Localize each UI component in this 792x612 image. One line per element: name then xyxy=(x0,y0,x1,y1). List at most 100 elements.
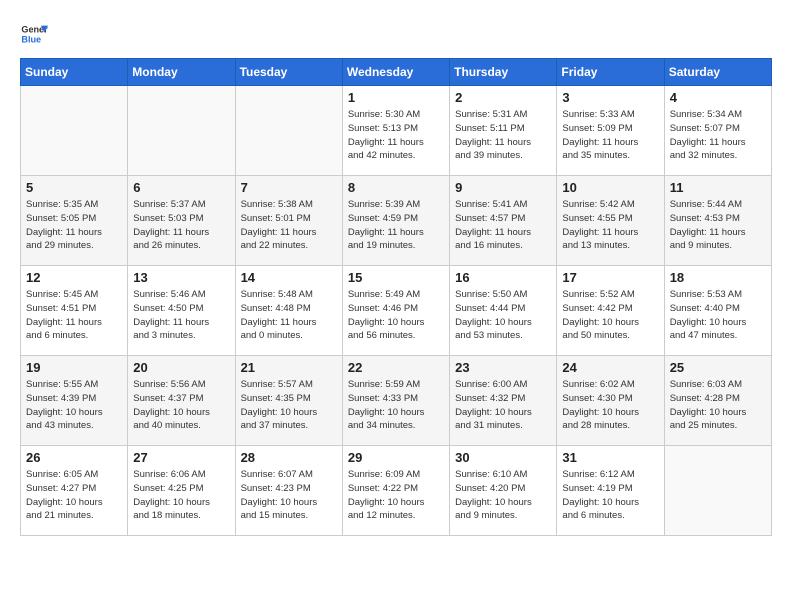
calendar-cell: 2 Sunrise: 5:31 AM Sunset: 5:11 PM Daylig… xyxy=(450,86,557,176)
calendar-cell: 7Sunrise: 5:38 AM Sunset: 5:01 PM Daylig… xyxy=(235,176,342,266)
day-detail: Sunrise: 5:39 AM Sunset: 4:59 PM Dayligh… xyxy=(348,198,444,253)
day-detail: Sunrise: 5:35 AM Sunset: 5:05 PM Dayligh… xyxy=(26,198,122,253)
calendar-cell: 26 Sunrise: 6:05 AM Sunset: 4:27 PM Dayli… xyxy=(21,446,128,536)
day-number: 6 xyxy=(133,180,229,195)
calendar-cell: 6Sunrise: 5:37 AM Sunset: 5:03 PM Daylig… xyxy=(128,176,235,266)
calendar-week-row: 19 Sunrise: 5:55 AM Sunset: 4:39 PM Dayli… xyxy=(21,356,772,446)
day-detail: Sunrise: 5:59 AM Sunset: 4:33 PM Dayligh… xyxy=(348,378,444,433)
day-detail: Sunrise: 5:31 AM Sunset: 5:11 PM Dayligh… xyxy=(455,108,551,163)
day-detail: Sunrise: 6:12 AM Sunset: 4:19 PM Dayligh… xyxy=(562,468,658,523)
calendar-cell: 18 Sunrise: 5:53 AM Sunset: 4:40 PM Dayli… xyxy=(664,266,771,356)
calendar-cell: 5 Sunrise: 5:35 AM Sunset: 5:05 PM Daylig… xyxy=(21,176,128,266)
day-detail: Sunrise: 5:44 AM Sunset: 4:53 PM Dayligh… xyxy=(670,198,766,253)
day-number: 2 xyxy=(455,90,551,105)
calendar-cell: 12 Sunrise: 5:45 AM Sunset: 4:51 PM Dayli… xyxy=(21,266,128,356)
weekday-header: Friday xyxy=(557,59,664,86)
day-detail: Sunrise: 5:45 AM Sunset: 4:51 PM Dayligh… xyxy=(26,288,122,343)
day-number: 5 xyxy=(26,180,122,195)
day-detail: Sunrise: 5:48 AM Sunset: 4:48 PM Dayligh… xyxy=(241,288,337,343)
day-number: 8 xyxy=(348,180,444,195)
calendar-week-row: 26 Sunrise: 6:05 AM Sunset: 4:27 PM Dayli… xyxy=(21,446,772,536)
day-number: 7 xyxy=(241,180,337,195)
day-number: 31 xyxy=(562,450,658,465)
calendar-cell: 16 Sunrise: 5:50 AM Sunset: 4:44 PM Dayli… xyxy=(450,266,557,356)
day-detail: Sunrise: 6:10 AM Sunset: 4:20 PM Dayligh… xyxy=(455,468,551,523)
calendar-cell: 4 Sunrise: 5:34 AM Sunset: 5:07 PM Daylig… xyxy=(664,86,771,176)
calendar-cell xyxy=(235,86,342,176)
calendar-cell: 21 Sunrise: 5:57 AM Sunset: 4:35 PM Dayli… xyxy=(235,356,342,446)
day-number: 29 xyxy=(348,450,444,465)
day-detail: Sunrise: 6:00 AM Sunset: 4:32 PM Dayligh… xyxy=(455,378,551,433)
calendar-cell: 13Sunrise: 5:46 AM Sunset: 4:50 PM Dayli… xyxy=(128,266,235,356)
calendar-week-row: 12 Sunrise: 5:45 AM Sunset: 4:51 PM Dayli… xyxy=(21,266,772,356)
day-number: 27 xyxy=(133,450,229,465)
day-number: 16 xyxy=(455,270,551,285)
calendar-cell: 27 Sunrise: 6:06 AM Sunset: 4:25 PM Dayli… xyxy=(128,446,235,536)
day-number: 1 xyxy=(348,90,444,105)
calendar-cell: 9 Sunrise: 5:41 AM Sunset: 4:57 PM Daylig… xyxy=(450,176,557,266)
logo: General Blue xyxy=(20,20,52,48)
day-detail: Sunrise: 5:33 AM Sunset: 5:09 PM Dayligh… xyxy=(562,108,658,163)
day-number: 9 xyxy=(455,180,551,195)
day-detail: Sunrise: 5:52 AM Sunset: 4:42 PM Dayligh… xyxy=(562,288,658,343)
calendar-cell: 11 Sunrise: 5:44 AM Sunset: 4:53 PM Dayli… xyxy=(664,176,771,266)
calendar-cell: 19 Sunrise: 5:55 AM Sunset: 4:39 PM Dayli… xyxy=(21,356,128,446)
weekday-header: Sunday xyxy=(21,59,128,86)
day-detail: Sunrise: 6:09 AM Sunset: 4:22 PM Dayligh… xyxy=(348,468,444,523)
day-detail: Sunrise: 5:42 AM Sunset: 4:55 PM Dayligh… xyxy=(562,198,658,253)
weekday-header: Monday xyxy=(128,59,235,86)
day-number: 21 xyxy=(241,360,337,375)
logo-icon: General Blue xyxy=(20,20,48,48)
day-number: 3 xyxy=(562,90,658,105)
calendar-cell: 25 Sunrise: 6:03 AM Sunset: 4:28 PM Dayli… xyxy=(664,356,771,446)
day-number: 19 xyxy=(26,360,122,375)
day-detail: Sunrise: 5:57 AM Sunset: 4:35 PM Dayligh… xyxy=(241,378,337,433)
day-detail: Sunrise: 5:30 AM Sunset: 5:13 PM Dayligh… xyxy=(348,108,444,163)
calendar-cell: 1 Sunrise: 5:30 AM Sunset: 5:13 PM Daylig… xyxy=(342,86,449,176)
day-detail: Sunrise: 5:34 AM Sunset: 5:07 PM Dayligh… xyxy=(670,108,766,163)
calendar-cell: 22 Sunrise: 5:59 AM Sunset: 4:33 PM Dayli… xyxy=(342,356,449,446)
weekday-header: Saturday xyxy=(664,59,771,86)
day-number: 28 xyxy=(241,450,337,465)
day-detail: Sunrise: 6:05 AM Sunset: 4:27 PM Dayligh… xyxy=(26,468,122,523)
calendar-cell: 14 Sunrise: 5:48 AM Sunset: 4:48 PM Dayli… xyxy=(235,266,342,356)
day-detail: Sunrise: 6:07 AM Sunset: 4:23 PM Dayligh… xyxy=(241,468,337,523)
day-detail: Sunrise: 5:41 AM Sunset: 4:57 PM Dayligh… xyxy=(455,198,551,253)
calendar-cell: 10 Sunrise: 5:42 AM Sunset: 4:55 PM Dayli… xyxy=(557,176,664,266)
day-number: 11 xyxy=(670,180,766,195)
page-header: General Blue xyxy=(20,20,772,48)
weekday-header: Wednesday xyxy=(342,59,449,86)
calendar-cell xyxy=(664,446,771,536)
day-number: 10 xyxy=(562,180,658,195)
day-detail: Sunrise: 5:49 AM Sunset: 4:46 PM Dayligh… xyxy=(348,288,444,343)
day-number: 12 xyxy=(26,270,122,285)
calendar-cell: 15 Sunrise: 5:49 AM Sunset: 4:46 PM Dayli… xyxy=(342,266,449,356)
day-detail: Sunrise: 5:56 AM Sunset: 4:37 PM Dayligh… xyxy=(133,378,229,433)
day-number: 24 xyxy=(562,360,658,375)
calendar-week-row: 1 Sunrise: 5:30 AM Sunset: 5:13 PM Daylig… xyxy=(21,86,772,176)
day-number: 15 xyxy=(348,270,444,285)
day-number: 30 xyxy=(455,450,551,465)
calendar-cell: 30 Sunrise: 6:10 AM Sunset: 4:20 PM Dayli… xyxy=(450,446,557,536)
calendar-cell: 29 Sunrise: 6:09 AM Sunset: 4:22 PM Dayli… xyxy=(342,446,449,536)
day-number: 14 xyxy=(241,270,337,285)
day-number: 18 xyxy=(670,270,766,285)
calendar-cell: 31 Sunrise: 6:12 AM Sunset: 4:19 PM Dayli… xyxy=(557,446,664,536)
day-detail: Sunrise: 5:53 AM Sunset: 4:40 PM Dayligh… xyxy=(670,288,766,343)
day-number: 20 xyxy=(133,360,229,375)
day-detail: Sunrise: 5:46 AM Sunset: 4:50 PM Dayligh… xyxy=(133,288,229,343)
day-number: 4 xyxy=(670,90,766,105)
day-number: 25 xyxy=(670,360,766,375)
day-number: 26 xyxy=(26,450,122,465)
day-detail: Sunrise: 6:06 AM Sunset: 4:25 PM Dayligh… xyxy=(133,468,229,523)
day-detail: Sunrise: 6:03 AM Sunset: 4:28 PM Dayligh… xyxy=(670,378,766,433)
svg-text:Blue: Blue xyxy=(21,34,41,44)
calendar-cell xyxy=(128,86,235,176)
day-detail: Sunrise: 5:55 AM Sunset: 4:39 PM Dayligh… xyxy=(26,378,122,433)
calendar-cell: 28 Sunrise: 6:07 AM Sunset: 4:23 PM Dayli… xyxy=(235,446,342,536)
day-number: 17 xyxy=(562,270,658,285)
calendar-week-row: 5 Sunrise: 5:35 AM Sunset: 5:05 PM Daylig… xyxy=(21,176,772,266)
weekday-header-row: SundayMondayTuesdayWednesdayThursdayFrid… xyxy=(21,59,772,86)
day-detail: Sunrise: 5:50 AM Sunset: 4:44 PM Dayligh… xyxy=(455,288,551,343)
day-number: 22 xyxy=(348,360,444,375)
